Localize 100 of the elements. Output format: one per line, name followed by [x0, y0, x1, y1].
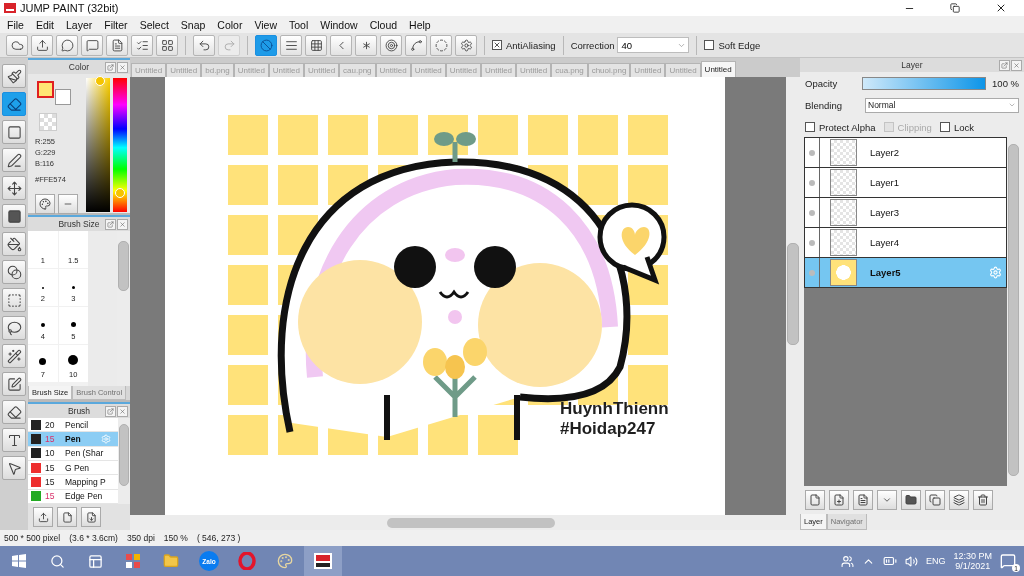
undock-button[interactable]: [105, 61, 116, 73]
toolbar-button[interactable]: [56, 34, 78, 56]
toolbar-button[interactable]: [31, 34, 53, 56]
blending-dropdown[interactable]: Normal: [865, 97, 1019, 113]
clock-time[interactable]: 12:30 PM: [953, 551, 992, 561]
new-layer-button[interactable]: [853, 490, 873, 510]
delete-layer-button[interactable]: [973, 490, 993, 510]
checkbox[interactable]: [704, 40, 715, 50]
tool-button[interactable]: [2, 316, 26, 340]
visibility-toggle[interactable]: [809, 209, 815, 216]
menu-item[interactable]: File: [1, 18, 30, 31]
ruler-button[interactable]: [380, 34, 402, 56]
tool-button[interactable]: [2, 148, 26, 172]
close-button[interactable]: [117, 218, 128, 230]
tool-button[interactable]: [2, 64, 26, 88]
visibility-toggle[interactable]: [809, 149, 815, 156]
scrollbar[interactable]: [118, 418, 130, 504]
hue-handle[interactable]: [115, 188, 125, 199]
toolbar-button[interactable]: [81, 34, 103, 56]
menu-item[interactable]: Select: [133, 18, 175, 31]
brush-item[interactable]: 15 Pen: [28, 432, 118, 447]
tool-button[interactable]: [2, 120, 26, 144]
tool-button[interactable]: [2, 176, 26, 200]
scrollbar[interactable]: [117, 231, 130, 386]
saturation-picker[interactable]: [86, 78, 110, 212]
document-tab[interactable]: Untitled: [700, 61, 736, 77]
menu-item[interactable]: Filter: [98, 18, 134, 31]
taskbar-button[interactable]: [304, 546, 342, 576]
tool-button[interactable]: [2, 204, 26, 228]
tool-button[interactable]: [2, 400, 26, 424]
volume-icon[interactable]: [904, 554, 918, 568]
menu-item[interactable]: View: [248, 18, 283, 31]
visibility-toggle[interactable]: [809, 269, 815, 276]
eyedropper-button[interactable]: [58, 194, 78, 214]
ruler-button[interactable]: [255, 34, 277, 56]
toolbar-button[interactable]: [6, 34, 28, 56]
new-brush-button[interactable]: [57, 507, 77, 527]
brush-item[interactable]: 15 Mapping P: [28, 475, 118, 490]
checkbox[interactable]: [939, 122, 950, 132]
folder-button[interactable]: [901, 490, 921, 510]
background-color-swatch[interactable]: [55, 89, 71, 105]
checkbox[interactable]: [805, 122, 815, 132]
hue-slider[interactable]: [113, 78, 127, 212]
close-button[interactable]: [117, 61, 128, 73]
layer-row[interactable]: Layer3: [804, 197, 1007, 228]
close-button[interactable]: [1011, 59, 1022, 71]
tool-button[interactable]: [2, 260, 26, 284]
checkbox[interactable]: [492, 40, 502, 50]
layer-row[interactable]: Layer2: [804, 137, 1007, 168]
menu-item[interactable]: Edit: [29, 18, 60, 31]
notifications-icon[interactable]: [1000, 553, 1016, 569]
correction-field[interactable]: 40: [617, 37, 690, 53]
palette-button[interactable]: [35, 194, 55, 214]
layer-row[interactable]: Layer1: [804, 167, 1007, 198]
opacity-slider[interactable]: [863, 77, 986, 89]
menu-item[interactable]: Snap: [174, 18, 212, 31]
toolbar-button[interactable]: [106, 34, 128, 56]
layer-row[interactable]: Layer4: [804, 227, 1007, 258]
menu-item[interactable]: Tool: [283, 18, 315, 31]
visibility-toggle[interactable]: [809, 239, 815, 246]
layer-row[interactable]: Layer5: [804, 257, 1007, 288]
toolbar-button[interactable]: [131, 34, 153, 56]
menu-item[interactable]: Cloud: [363, 18, 404, 31]
foreground-color-swatch[interactable]: [37, 81, 54, 98]
close-button[interactable]: [117, 405, 128, 417]
ruler-button[interactable]: [355, 34, 377, 56]
layer-thumbnail: [830, 259, 857, 286]
undock-button[interactable]: [999, 59, 1010, 71]
toolbar-button[interactable]: [156, 34, 178, 56]
undock-button[interactable]: [105, 218, 116, 230]
undock-button[interactable]: [105, 405, 116, 417]
people-icon[interactable]: [840, 554, 854, 568]
upload-button[interactable]: [33, 507, 53, 527]
merge-layer-button[interactable]: [949, 490, 969, 510]
toolbar-button[interactable]: [193, 34, 215, 56]
tool-button[interactable]: [2, 232, 26, 256]
scrollbar[interactable]: [130, 515, 800, 530]
visibility-toggle[interactable]: [809, 179, 815, 186]
ruler-button[interactable]: [305, 34, 327, 56]
picker-handle[interactable]: [95, 75, 106, 86]
battery-icon[interactable]: [882, 554, 897, 568]
canvas[interactable]: HuynhThienn #Hoidap247: [165, 77, 725, 515]
tool-button[interactable]: [2, 372, 26, 396]
menu-item[interactable]: Help: [403, 18, 437, 31]
duplicate-layer-button[interactable]: [925, 490, 945, 510]
menu-item[interactable]: Layer: [60, 18, 99, 31]
ruler-button[interactable]: [405, 34, 427, 56]
brush-menu-button[interactable]: [81, 507, 101, 527]
clock-date[interactable]: 9/1/2021: [955, 561, 991, 571]
ruler-button[interactable]: [280, 34, 302, 56]
brush-item[interactable]: 20 Pencil: [28, 418, 118, 433]
tool-button[interactable]: [2, 344, 26, 368]
tool-button[interactable]: [2, 428, 26, 452]
ruler-button[interactable]: [455, 34, 477, 56]
menu-item[interactable]: Window: [314, 18, 364, 31]
transparent-swatch[interactable]: [39, 113, 57, 131]
tool-button[interactable]: [2, 456, 26, 480]
new-layer-button[interactable]: [829, 490, 849, 510]
language-indicator[interactable]: ENG: [925, 556, 946, 566]
menu-item[interactable]: Color: [211, 18, 249, 31]
